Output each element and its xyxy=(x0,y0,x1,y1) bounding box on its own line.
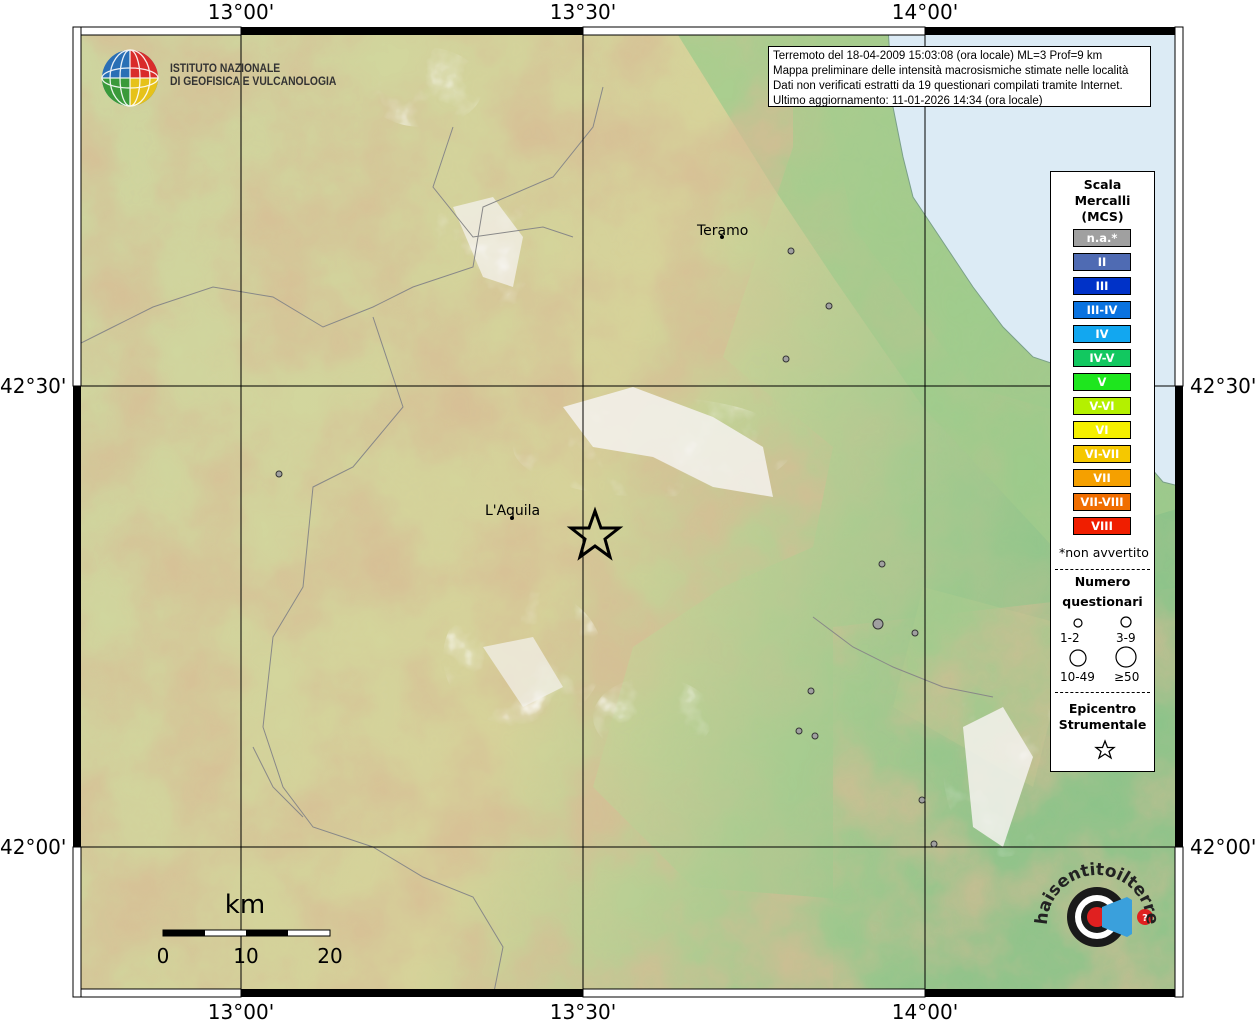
legend-level-1: II xyxy=(1073,253,1131,271)
legend-level-6: V xyxy=(1073,373,1131,391)
city-label-laquila: L'Aquila xyxy=(485,503,541,519)
legend: Scala Mercalli (MCS) n.a.* II III III-IV IV I… xyxy=(1050,171,1155,772)
institute-line-1: ISTITUTO NAZIONALE xyxy=(170,63,281,75)
legend-level-11: VII-VIII xyxy=(1073,493,1131,511)
scale-tick-0: 0 xyxy=(156,944,170,968)
event-info-line-2: Mappa preliminare delle intensità macros… xyxy=(773,65,1129,77)
legend-level-3: III-IV xyxy=(1073,301,1131,319)
legend-level-4: IV xyxy=(1073,325,1131,343)
institute-name: ISTITUTO NAZIONALE DI GEOFISICA E VULCAN… xyxy=(170,63,336,89)
legend-epicenter-1: Epicentro xyxy=(1068,701,1137,716)
legend-count-title-1: Numero xyxy=(1074,574,1131,589)
legend-divider xyxy=(1055,569,1150,570)
count-label-1-2: 1-2 xyxy=(1060,631,1080,645)
legend-title-line-2: Mercalli xyxy=(1074,193,1131,208)
event-info-box: Terremoto del 18-04-2009 15:03:08 (ora l… xyxy=(768,46,1151,107)
event-info-line-4: Ultimo aggiornamento: 11-01-2026 14:34 (… xyxy=(773,95,1043,107)
event-info-line-3: Dati non verificati estratti da 19 quest… xyxy=(773,80,1123,92)
scale-bar-graphic xyxy=(162,929,331,937)
legend-level-5: IV-V xyxy=(1073,349,1131,367)
legend-level-7: V-VI xyxy=(1073,397,1131,415)
legend-count-title-2: questionari xyxy=(1062,594,1143,609)
legend-na-note: *non avvertito xyxy=(1059,545,1149,560)
count-label-50: ≥50 xyxy=(1114,670,1140,684)
city-label-teramo: Teramo xyxy=(697,223,749,239)
legend-level-8: VI xyxy=(1073,421,1131,439)
legend-title-line-1: Scala xyxy=(1083,177,1122,192)
scale-tick-20: 20 xyxy=(317,944,343,968)
legend-level-2: III xyxy=(1073,277,1131,295)
count-circle-10-49 xyxy=(1069,649,1087,667)
scale-bar: km 0 10 20 xyxy=(155,890,355,970)
legend-title-line-3: (MCS) xyxy=(1081,209,1124,224)
haisentito-logo: ? haisentitoilterremoto.it / www. xyxy=(1032,855,1162,947)
legend-level-10: VII xyxy=(1073,469,1131,487)
count-label-3-9: 3-9 xyxy=(1116,631,1136,645)
scale-unit: km xyxy=(224,890,266,920)
scale-tick-10: 10 xyxy=(233,944,259,968)
institute-line-2: DI GEOFISICA E VULCANOLOGIA xyxy=(170,76,337,88)
legend-level-12: VIII xyxy=(1073,517,1131,535)
count-label-10-49: 10-49 xyxy=(1060,670,1095,684)
ingv-globe-icon xyxy=(101,49,159,107)
count-circle-3-9 xyxy=(1120,616,1132,628)
epicenter-star-icon xyxy=(1094,739,1116,760)
count-circle-1-2 xyxy=(1073,618,1083,628)
legend-epicenter-2: Strumentale xyxy=(1058,717,1147,732)
count-circle-50 xyxy=(1115,646,1137,668)
legend-divider-2 xyxy=(1055,692,1150,693)
event-info-line-1: Terremoto del 18-04-2009 15:03:08 (ora l… xyxy=(773,50,1103,62)
legend-level-0: n.a.* xyxy=(1073,229,1131,247)
legend-title: Scala Mercalli (MCS) xyxy=(1051,177,1154,225)
legend-level-9: VI-VII xyxy=(1073,445,1131,463)
